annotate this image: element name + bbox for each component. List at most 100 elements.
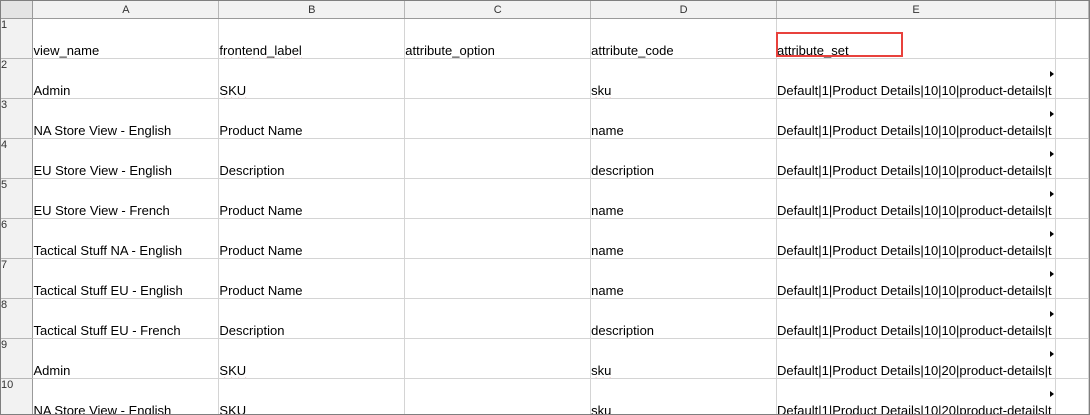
column-header-f[interactable] (1055, 1, 1089, 19)
cell-e6[interactable]: Default|1|Product Details|10|10|product-… (776, 218, 1056, 259)
cell-d1[interactable]: attribute_code (590, 18, 778, 59)
cell-text: Default|1|Product Details|10|10|product-… (777, 243, 1052, 258)
cell-text: attribute_code (591, 43, 674, 58)
cell-c8[interactable] (404, 298, 592, 339)
text-overflow-arrow-icon (1050, 231, 1054, 237)
cell-b5[interactable]: Product Name (218, 178, 406, 219)
cell-e4[interactable]: Default|1|Product Details|10|10|product-… (776, 138, 1056, 179)
cell-b6[interactable]: Product Name (218, 218, 406, 259)
cell-a10[interactable]: NA Store View - English (32, 378, 220, 415)
cell-a3[interactable]: NA Store View - English (32, 98, 220, 139)
text-overflow-arrow-icon (1050, 71, 1054, 77)
cell-d5[interactable]: name (590, 178, 778, 219)
cell-e8[interactable]: Default|1|Product Details|10|10|product-… (776, 298, 1056, 339)
cell-f6[interactable] (1055, 218, 1089, 259)
spreadsheet-grid[interactable]: A B C D E 1 view_name frontend_label attrib… (0, 0, 1090, 415)
cell-f9[interactable] (1055, 338, 1089, 379)
cell-b7[interactable]: Product Name (218, 258, 406, 299)
table-row: 4 EU Store View - English Description descr… (1, 138, 1089, 179)
cell-d4[interactable]: description (590, 138, 778, 179)
cell-b10[interactable]: SKU (218, 378, 406, 414)
cell-text: sku (591, 363, 612, 378)
row-header-8[interactable]: 8 (1, 298, 34, 339)
cell-b1[interactable]: frontend_label (218, 18, 406, 59)
column-header-e[interactable]: E (776, 1, 1056, 19)
row-header-2[interactable]: 2 (1, 58, 34, 99)
cell-d8[interactable]: description (590, 298, 778, 339)
cell-e2[interactable]: Default|1|Product Details|10|10|product-… (776, 58, 1056, 99)
row-header-10[interactable]: 10 (1, 378, 34, 414)
cell-a2[interactable]: Admin (32, 58, 220, 99)
cell-b2[interactable]: SKU (218, 58, 406, 99)
grid-body: 1 view_name frontend_label attribute_option… (1, 18, 1089, 415)
column-header-a[interactable]: A (32, 1, 220, 19)
cell-d2[interactable]: sku (590, 58, 778, 99)
cell-d9[interactable]: sku (590, 338, 778, 379)
cell-c5[interactable] (404, 178, 592, 219)
cell-c1[interactable]: attribute_option (404, 18, 592, 59)
cell-text: Tactical Stuff EU - French (33, 323, 181, 338)
cell-text: Description (219, 163, 285, 178)
cell-c3[interactable] (404, 98, 592, 139)
cell-f2[interactable] (1055, 58, 1089, 99)
cell-b3[interactable]: Product Name (218, 98, 406, 139)
cell-a7[interactable]: Tactical Stuff EU - English (32, 258, 220, 299)
row-header-3[interactable]: 3 (1, 98, 34, 139)
cell-e3[interactable]: Default|1|Product Details|10|10|product-… (776, 98, 1056, 139)
cell-a8[interactable]: Tactical Stuff EU - French (32, 298, 220, 339)
cell-f5[interactable] (1055, 178, 1089, 219)
cell-text: Tactical Stuff EU - English (33, 283, 183, 298)
cell-text: Tactical Stuff NA - English (33, 243, 183, 258)
cell-a1[interactable]: view_name (32, 18, 220, 59)
cell-f10[interactable] (1055, 378, 1089, 414)
row-header-9[interactable]: 9 (1, 338, 34, 379)
column-header-b[interactable]: B (218, 1, 406, 19)
cell-text: SKU (219, 83, 247, 98)
cell-text: Default|1|Product Details|10|20|product-… (777, 363, 1052, 378)
cell-a5[interactable]: EU Store View - French (32, 178, 220, 219)
column-header-c[interactable]: C (404, 1, 592, 19)
table-row: 7 Tactical Stuff EU - English Product Name… (1, 258, 1089, 299)
cell-a9[interactable]: Admin (32, 338, 220, 379)
cell-d10[interactable]: sku (590, 378, 778, 415)
cell-c7[interactable] (404, 258, 592, 299)
cell-text: name (591, 243, 624, 258)
cell-f1[interactable] (1055, 18, 1089, 59)
row-header-1[interactable]: 1 (1, 18, 34, 59)
cell-e5[interactable]: Default|1|Product Details|10|10|product-… (776, 178, 1056, 219)
select-all-corner[interactable] (1, 1, 34, 19)
cell-c2[interactable] (404, 58, 592, 99)
row-header-4[interactable]: 4 (1, 138, 34, 179)
cell-a4[interactable]: EU Store View - English (32, 138, 220, 179)
cell-d7[interactable]: name (590, 258, 778, 299)
row-header-5[interactable]: 5 (1, 178, 34, 219)
cell-text: Product Name (219, 243, 303, 258)
cell-f8[interactable] (1055, 298, 1089, 339)
cell-c10[interactable] (404, 378, 592, 414)
cell-c6[interactable] (404, 218, 592, 259)
row-header-7[interactable]: 7 (1, 258, 34, 299)
cell-a6[interactable]: Tactical Stuff NA - English (32, 218, 220, 259)
table-row: 2 Admin SKU sku Default|1|Product Details|10… (1, 58, 1089, 99)
cell-text: description (591, 323, 655, 338)
cell-e9[interactable]: Default|1|Product Details|10|20|product-… (776, 338, 1056, 379)
cell-d6[interactable]: name (590, 218, 778, 259)
cell-text: attribute_set (777, 43, 849, 58)
cell-e1[interactable]: attribute_set (776, 18, 1056, 59)
row-header-6[interactable]: 6 (1, 218, 34, 259)
cell-e7[interactable]: Default|1|Product Details|10|10|product-… (776, 258, 1056, 299)
column-header-d[interactable]: D (590, 1, 778, 19)
cell-text: NA Store View - English (33, 403, 172, 415)
cell-f3[interactable] (1055, 98, 1089, 139)
cell-text: sku (591, 403, 612, 415)
cell-text: Admin (33, 363, 71, 378)
cell-c4[interactable] (404, 138, 592, 179)
cell-d3[interactable]: name (590, 98, 778, 139)
cell-c9[interactable] (404, 338, 592, 379)
cell-b8[interactable]: Description (218, 298, 406, 339)
cell-f4[interactable] (1055, 138, 1089, 179)
cell-f7[interactable] (1055, 258, 1089, 299)
cell-b9[interactable]: SKU (218, 338, 406, 379)
cell-e10[interactable]: Default|1|Product Details|10|20|product-… (776, 378, 1056, 414)
cell-b4[interactable]: Description (218, 138, 406, 179)
